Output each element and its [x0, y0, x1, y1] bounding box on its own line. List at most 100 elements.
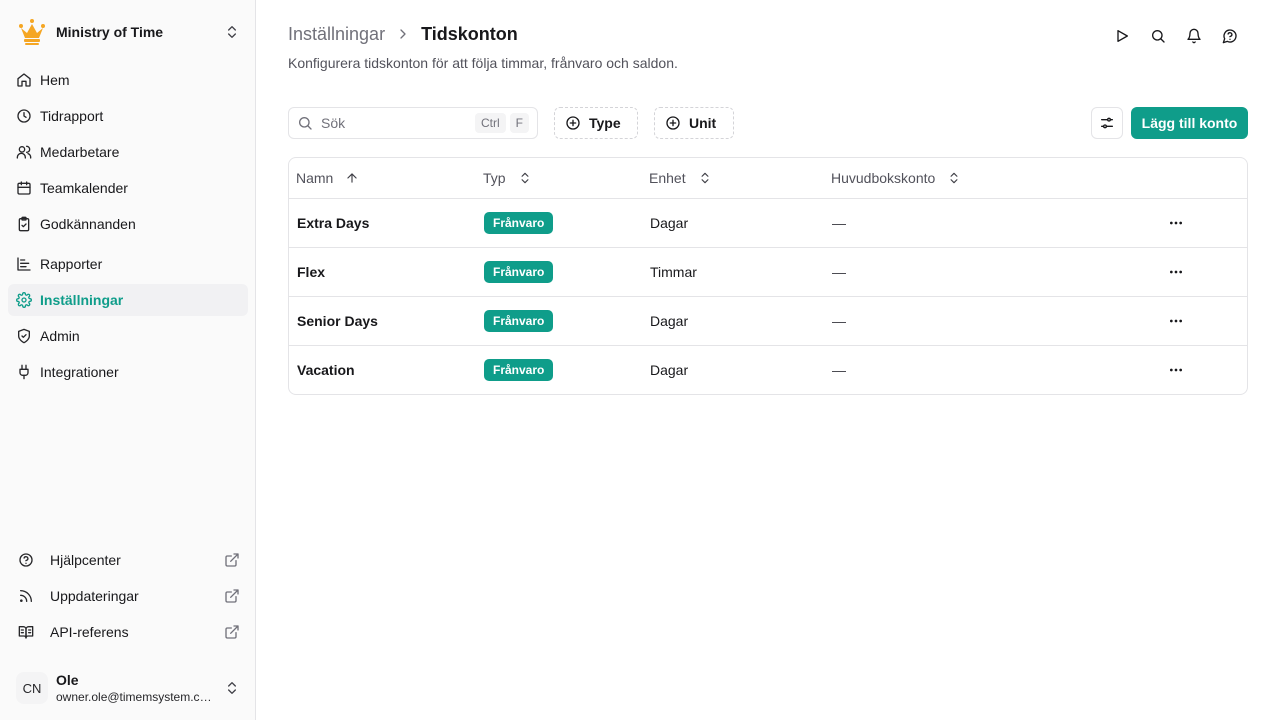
user-info: Ole owner.ole@timemsystem.com: [56, 671, 216, 705]
account-ledger: —: [832, 362, 846, 378]
account-name: Vacation: [297, 362, 355, 378]
nav-item-rapporter[interactable]: Rapporter: [8, 248, 248, 280]
book-open-icon: [18, 626, 34, 639]
account-type: Frånvaro: [484, 199, 554, 247]
add-account-button[interactable]: Lägg till konto: [1131, 107, 1248, 139]
sliders-icon: [1101, 117, 1113, 129]
nav-item-hem[interactable]: Hem: [8, 64, 248, 96]
external-link-icon: [225, 553, 239, 567]
account-name: Senior Days: [297, 313, 378, 329]
shortcut-key: F: [509, 113, 529, 133]
breadcrumb-parent[interactable]: Inställningar: [288, 24, 385, 45]
plug-icon: [19, 364, 29, 380]
column-label: Typ: [483, 170, 506, 186]
account-ledger: —: [832, 264, 846, 280]
plus-circle-icon: [566, 116, 580, 130]
org-switcher[interactable]: Ministry of Time: [8, 12, 248, 52]
user-name: Ole: [56, 672, 79, 688]
type-filter-button[interactable]: Type: [554, 107, 638, 139]
org-name: Ministry of Time: [56, 24, 164, 40]
message-help-icon: [1222, 29, 1237, 44]
column-header-namn[interactable]: Namn: [289, 158, 366, 198]
table-row[interactable]: Vacation Frånvaro Dagar —: [289, 346, 1247, 394]
arrow-up-icon: [347, 173, 358, 183]
view-options-button[interactable]: [1091, 107, 1123, 139]
nav-item-hjalpcenter[interactable]: Hjälpcenter: [8, 544, 248, 576]
gear-icon: [16, 292, 32, 308]
nav-label: Medarbetare: [40, 144, 120, 160]
user-email: owner.ole@timemsystem.com: [56, 690, 212, 704]
row-actions-button[interactable]: [1163, 211, 1189, 235]
table-row[interactable]: Extra Days Frånvaro Dagar —: [289, 199, 1247, 248]
chevrons-up-down-icon: [950, 172, 958, 184]
search-box: Ctrl F: [288, 107, 538, 139]
help-circle-icon: [19, 553, 33, 567]
table-row[interactable]: Flex Frånvaro Timmar —: [289, 248, 1247, 297]
chart-icon: [17, 257, 31, 271]
nav-label: API-referens: [50, 624, 129, 640]
account-name: Flex: [297, 264, 326, 280]
clipboard-check-icon: [18, 216, 30, 232]
nav-item-api-referens[interactable]: API-referens: [8, 616, 248, 648]
nav-label: Rapporter: [40, 256, 103, 272]
bell-icon: [1187, 28, 1201, 44]
nav-item-godkannanden[interactable]: Godkännanden: [8, 208, 248, 240]
row-actions-button[interactable]: [1163, 358, 1189, 382]
account-unit: Dagar: [650, 313, 689, 329]
type-badge: Frånvaro: [484, 310, 554, 332]
search-input[interactable]: [321, 115, 471, 131]
sidebar: Ministry of Time Hem Tidrapport Medarbet…: [0, 0, 256, 720]
home-icon: [17, 73, 31, 87]
row-actions-button[interactable]: [1163, 309, 1189, 333]
nav-item-uppdateringar[interactable]: Uppdateringar: [8, 580, 248, 612]
search-button[interactable]: [1140, 24, 1176, 48]
nav-item-tidrapport[interactable]: Tidrapport: [8, 100, 248, 132]
account-unit: Dagar: [650, 215, 689, 231]
more-horizontal-icon: [1170, 319, 1182, 323]
notifications-button[interactable]: [1176, 24, 1212, 48]
external-link-icon: [225, 625, 239, 639]
chevron-right-icon: [400, 29, 406, 39]
nav-label: Hjälpcenter: [50, 552, 121, 568]
shortcut-ctrl: Ctrl: [474, 113, 506, 133]
nav-label: Tidrapport: [40, 108, 104, 124]
table-row[interactable]: Senior Days Frånvaro Dagar —: [289, 297, 1247, 346]
nav-item-teamkalender[interactable]: Teamkalender: [8, 172, 248, 204]
type-badge: Frånvaro: [484, 359, 554, 381]
search-icon: [299, 117, 312, 130]
play-icon: [1117, 30, 1128, 42]
type-badge: Frånvaro: [484, 261, 554, 283]
nav-item-installningar[interactable]: Inställningar: [8, 284, 248, 316]
unit-filter-label: Unit: [689, 115, 717, 131]
account-name: Extra Days: [297, 215, 370, 231]
accounts-table: Namn Typ Enhet Huvudbokskonto Extra Days…: [288, 157, 1248, 395]
account-type: Frånvaro: [484, 297, 554, 345]
column-header-enhet[interactable]: Enhet: [642, 158, 719, 198]
nav-label: Integrationer: [40, 364, 119, 380]
nav-item-medarbetare[interactable]: Medarbetare: [8, 136, 248, 168]
external-link-icon: [225, 589, 239, 603]
page-subtitle: Konfigurera tidskonton för att följa tim…: [288, 55, 678, 71]
rss-icon: [20, 590, 32, 602]
nav-label: Godkännanden: [40, 216, 136, 232]
nav-item-admin[interactable]: Admin: [8, 320, 248, 352]
column-header-typ[interactable]: Typ: [476, 158, 539, 198]
column-header-huvudbokskonto[interactable]: Huvudbokskonto: [824, 158, 968, 198]
crown-icon: [19, 19, 45, 45]
breadcrumb: Inställningar Tidskonton: [288, 22, 518, 46]
nav-label: Uppdateringar: [50, 588, 139, 604]
help-chat-button[interactable]: [1212, 24, 1248, 48]
nav-item-integrationer[interactable]: Integrationer: [8, 356, 248, 388]
row-actions-button[interactable]: [1163, 260, 1189, 284]
plus-circle-icon: [666, 116, 680, 130]
chevrons-up-down-icon: [228, 682, 236, 694]
column-label: Enhet: [649, 170, 686, 186]
more-horizontal-icon: [1170, 368, 1182, 372]
start-timer-button[interactable]: [1104, 24, 1140, 48]
nav-label: Teamkalender: [40, 180, 128, 196]
unit-filter-button[interactable]: Unit: [654, 107, 734, 139]
shield-check-icon: [18, 328, 30, 344]
page-title: Tidskonton: [421, 23, 518, 44]
user-menu[interactable]: CN Ole owner.ole@timemsystem.com: [8, 664, 248, 712]
more-horizontal-icon: [1170, 270, 1182, 274]
